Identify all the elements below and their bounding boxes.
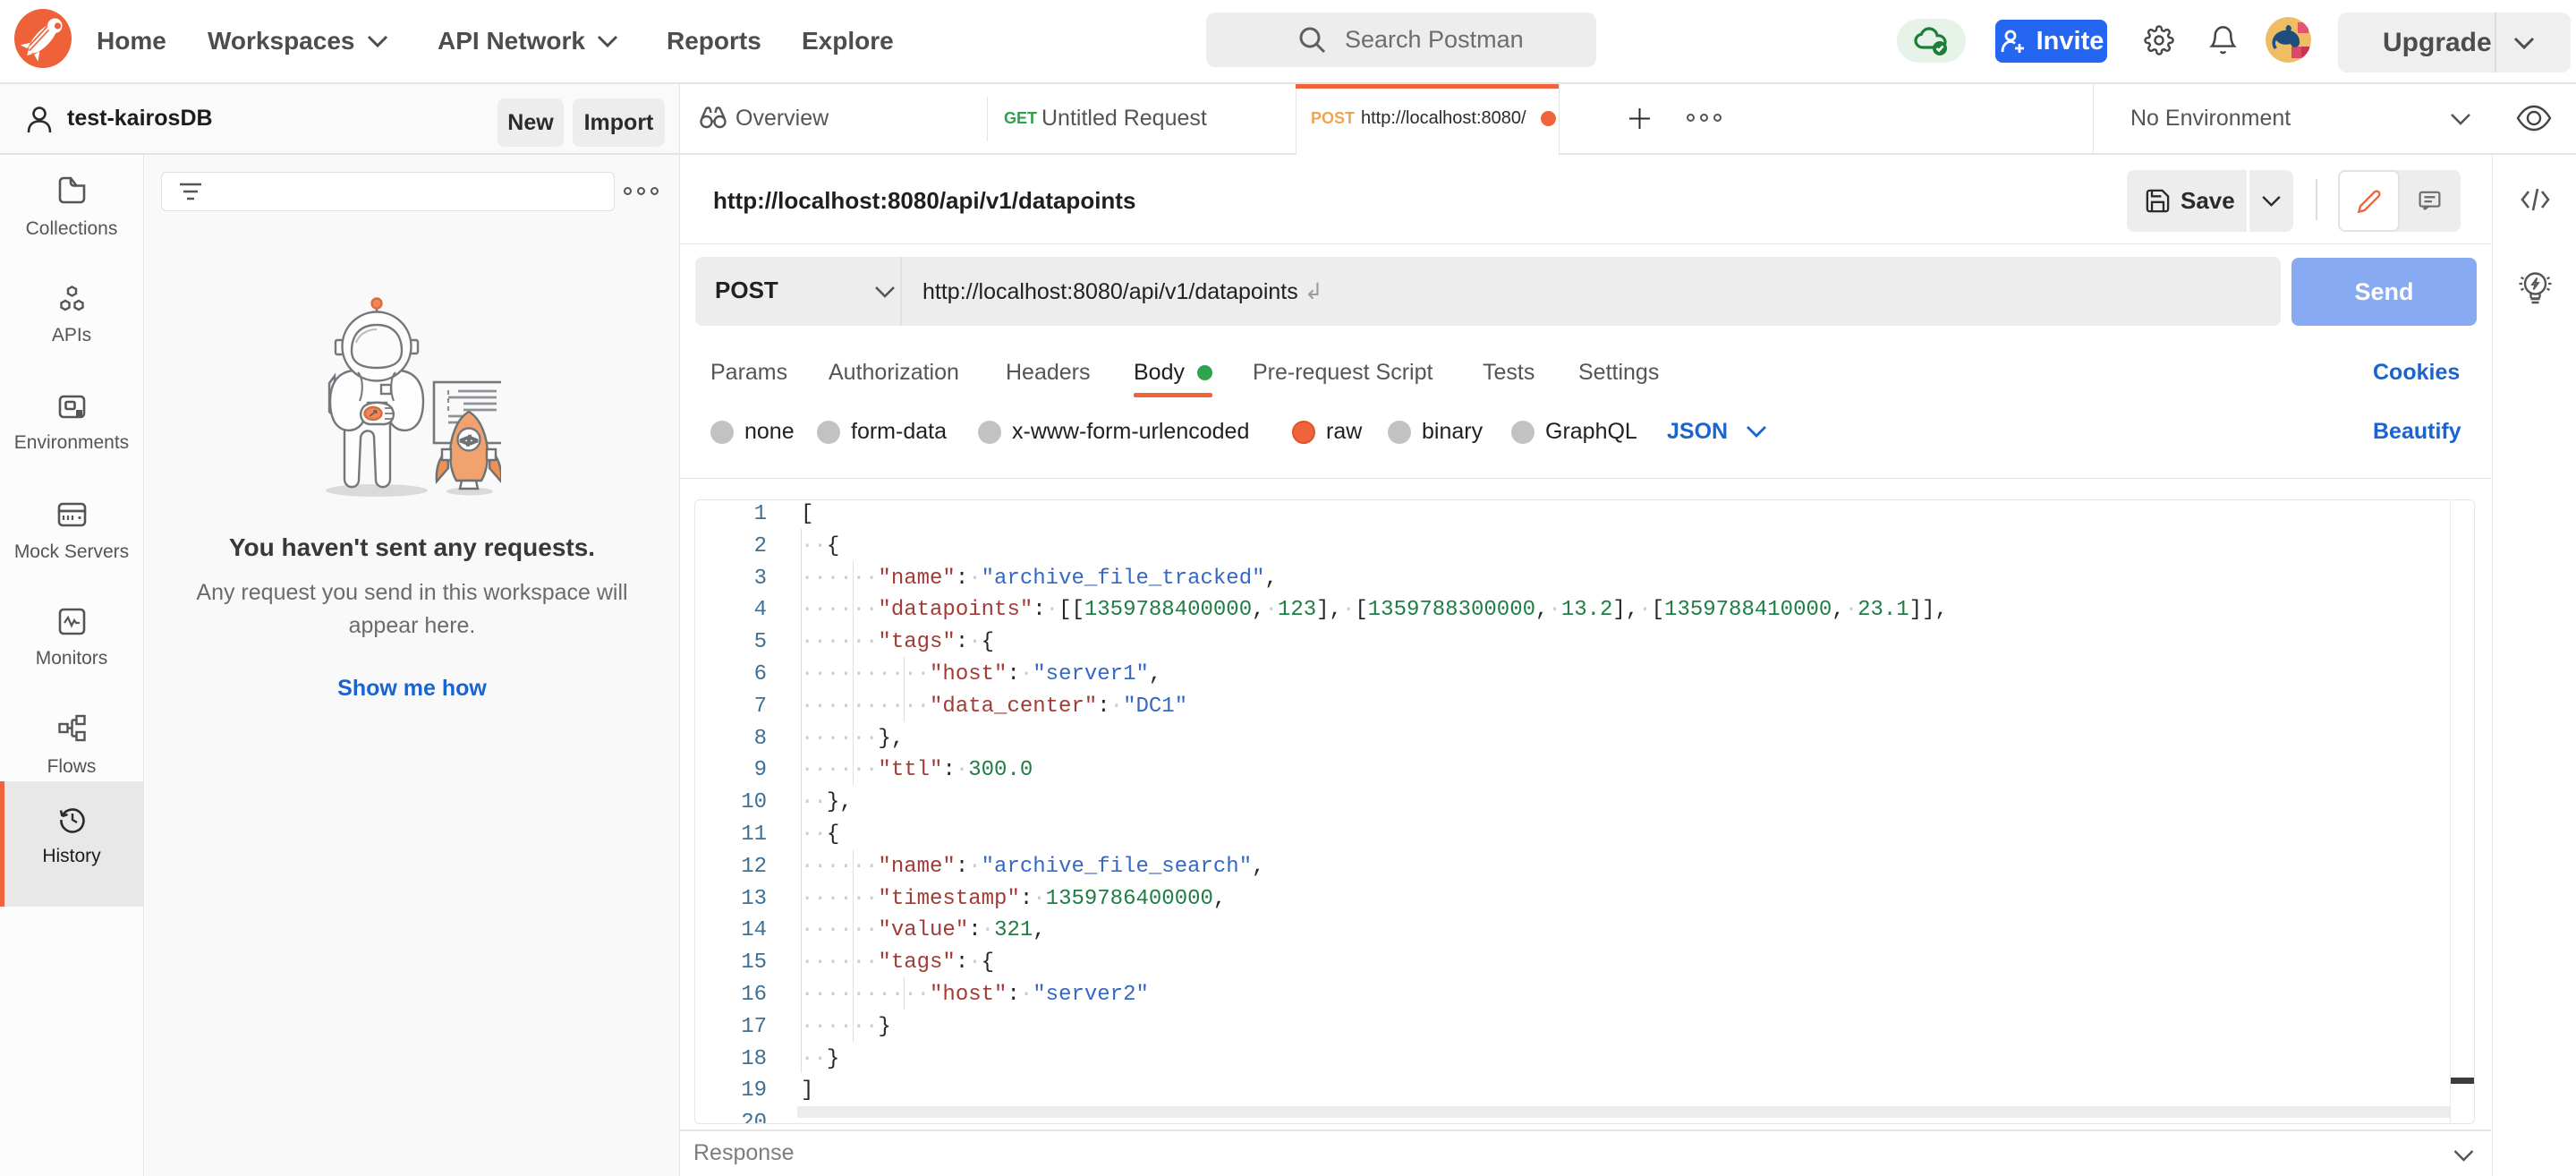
svg-text:</>: </>	[460, 434, 478, 447]
